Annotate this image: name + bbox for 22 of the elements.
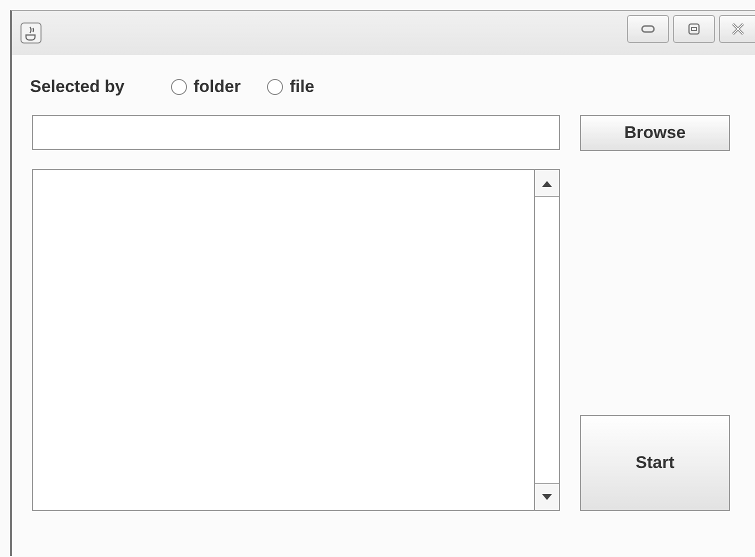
scroll-down-button[interactable] <box>535 483 559 510</box>
minimize-button[interactable] <box>627 15 669 43</box>
scrollbar[interactable] <box>534 170 559 510</box>
close-button[interactable] <box>719 15 755 43</box>
path-field[interactable] <box>32 115 560 150</box>
radio-button[interactable] <box>266 79 283 95</box>
radio-button[interactable] <box>170 79 186 95</box>
browse-button[interactable]: Browse <box>580 115 730 151</box>
radio-label: folder <box>194 77 241 97</box>
up-arrow-icon <box>541 180 553 186</box>
down-arrow-icon <box>541 494 553 500</box>
minimize-icon <box>641 25 655 33</box>
cup-icon <box>20 22 42 44</box>
start-button[interactable]: Start <box>580 415 730 511</box>
close-icon <box>730 23 744 35</box>
radio-label: file <box>290 77 314 97</box>
maximize-icon <box>688 23 700 35</box>
scroll-up-button[interactable] <box>535 170 559 197</box>
maximize-button[interactable] <box>673 15 715 43</box>
radio-option[interactable]: folder <box>170 77 241 97</box>
radio-option[interactable]: file <box>266 77 314 97</box>
selection-label: Selected by <box>30 77 124 97</box>
